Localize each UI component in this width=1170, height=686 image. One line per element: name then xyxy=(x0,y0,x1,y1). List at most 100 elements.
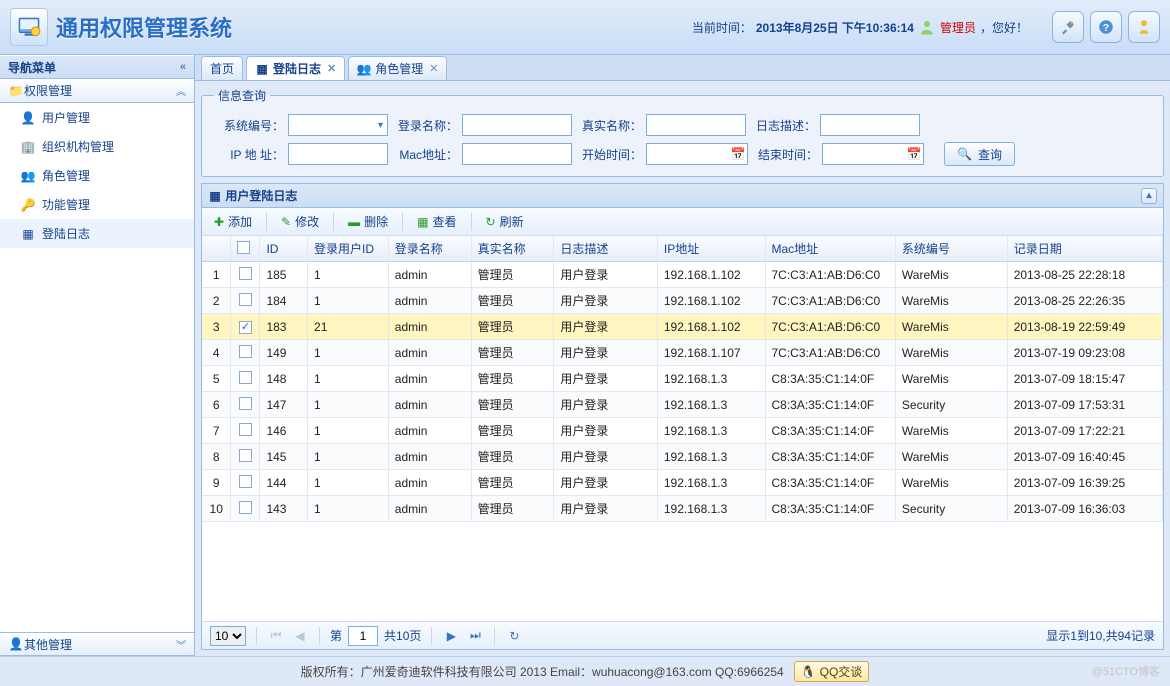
chevron-down-icon: ▾ xyxy=(374,120,383,131)
refresh-button[interactable]: ↻刷新 xyxy=(480,211,530,232)
cell-date: 2013-07-09 16:40:45 xyxy=(1007,444,1162,470)
col-header-1[interactable] xyxy=(231,236,260,262)
cell-realname: 管理员 xyxy=(471,288,554,314)
loginname-input[interactable] xyxy=(462,114,572,136)
table-row[interactable]: 21841admin管理员用户登录192.168.1.1027C:C3:A1:A… xyxy=(202,288,1163,314)
tab-1[interactable]: ▦登陆日志✕ xyxy=(246,56,345,80)
cell-mac: 7C:C3:A1:AB:D6:C0 xyxy=(765,262,895,288)
sidebar-item-1[interactable]: 🏢组织机构管理 xyxy=(0,132,194,161)
cell-loginname: admin xyxy=(388,496,471,522)
cell-uid: 1 xyxy=(308,340,389,366)
col-header-0[interactable] xyxy=(202,236,231,262)
start-date-input[interactable]: 📅 xyxy=(646,143,748,165)
cell-date: 2013-07-09 17:22:21 xyxy=(1007,418,1162,444)
sidebar-item-3[interactable]: 🔑功能管理 xyxy=(0,190,194,219)
col-header-6[interactable]: 日志描述 xyxy=(554,236,658,262)
col-header-9[interactable]: 系统编号 xyxy=(895,236,1007,262)
select-all-checkbox[interactable] xyxy=(237,241,250,254)
row-checkbox[interactable] xyxy=(239,449,252,462)
col-header-10[interactable]: 记录日期 xyxy=(1007,236,1162,262)
pager-info: 显示1到10,共94记录 xyxy=(1046,627,1155,644)
close-icon[interactable]: ✕ xyxy=(429,62,438,75)
cell-ip: 192.168.1.102 xyxy=(657,314,765,340)
cell-sys: WareMis xyxy=(895,366,1007,392)
col-header-7[interactable]: IP地址 xyxy=(657,236,765,262)
table-row[interactable]: 101431admin管理员用户登录192.168.1.3C8:3A:35:C1… xyxy=(202,496,1163,522)
table-row[interactable]: 81451admin管理员用户登录192.168.1.3C8:3A:35:C1:… xyxy=(202,444,1163,470)
row-checkbox[interactable] xyxy=(239,267,252,280)
end-date-input[interactable]: 📅 xyxy=(822,143,924,165)
next-page-button[interactable]: ▶ xyxy=(442,627,460,645)
user-icon xyxy=(918,18,936,36)
cell-loginname: admin xyxy=(388,340,471,366)
row-number: 6 xyxy=(202,392,231,418)
mac-input[interactable] xyxy=(462,143,572,165)
table-row[interactable]: 41491admin管理员用户登录192.168.1.1077C:C3:A1:A… xyxy=(202,340,1163,366)
sidebar-item-0[interactable]: 👤用户管理 xyxy=(0,103,194,132)
view-label: 查看 xyxy=(433,213,457,230)
row-checkbox[interactable] xyxy=(239,371,252,384)
qq-chat-button[interactable]: 🐧QQ交谈 xyxy=(794,661,870,682)
logdesc-input[interactable] xyxy=(820,114,920,136)
sidebar-section-permissions[interactable]: 📁 权限管理 ︽ xyxy=(0,79,194,103)
cell-uid: 1 xyxy=(308,262,389,288)
sysno-label: 系统编号： xyxy=(214,117,288,134)
table-row[interactable]: 11851admin管理员用户登录192.168.1.1027C:C3:A1:A… xyxy=(202,262,1163,288)
table-row[interactable]: 91441admin管理员用户登录192.168.1.3C8:3A:35:C1:… xyxy=(202,470,1163,496)
row-checkbox[interactable] xyxy=(239,423,252,436)
cell-desc: 用户登录 xyxy=(554,470,658,496)
cell-id: 148 xyxy=(260,366,308,392)
row-checkbox[interactable] xyxy=(239,501,252,514)
col-header-8[interactable]: Mac地址 xyxy=(765,236,895,262)
table-row[interactable]: 318321admin管理员用户登录192.168.1.1027C:C3:A1:… xyxy=(202,314,1163,340)
collapse-sidebar-icon[interactable]: « xyxy=(180,61,186,73)
reload-button[interactable]: ↻ xyxy=(505,627,523,645)
row-checkbox[interactable] xyxy=(239,475,252,488)
ip-input[interactable] xyxy=(288,143,388,165)
col-header-3[interactable]: 登录用户ID xyxy=(308,236,389,262)
prev-page-button[interactable]: ◀ xyxy=(291,627,309,645)
cell-ip: 192.168.1.107 xyxy=(657,340,765,366)
row-number: 9 xyxy=(202,470,231,496)
logout-button[interactable] xyxy=(1128,11,1160,43)
help-button[interactable]: ? xyxy=(1090,11,1122,43)
realname-input[interactable] xyxy=(646,114,746,136)
pagesize-select[interactable]: 10 xyxy=(210,626,246,646)
row-checkbox[interactable] xyxy=(239,293,252,306)
search-button-label: 查询 xyxy=(978,146,1002,163)
close-icon[interactable]: ✕ xyxy=(327,62,336,75)
table-row[interactable]: 71461admin管理员用户登录192.168.1.3C8:3A:35:C1:… xyxy=(202,418,1163,444)
table-row[interactable]: 61471admin管理员用户登录192.168.1.3C8:3A:35:C1:… xyxy=(202,392,1163,418)
col-header-2[interactable]: ID xyxy=(260,236,308,262)
current-user-link[interactable]: 管理员 xyxy=(940,19,976,36)
row-checkbox[interactable] xyxy=(239,321,252,334)
col-header-5[interactable]: 真实名称 xyxy=(471,236,554,262)
sidebar-section-other[interactable]: 👤 其他管理 ︾ xyxy=(0,632,194,656)
first-page-button[interactable]: ⏮ xyxy=(267,627,285,645)
add-button[interactable]: ✚添加 xyxy=(208,211,258,232)
sysno-combo[interactable]: ▾ xyxy=(288,114,388,136)
sidebar-item-4[interactable]: ▦登陆日志 xyxy=(0,219,194,248)
settings-button[interactable] xyxy=(1052,11,1084,43)
edit-button[interactable]: ✎修改 xyxy=(275,211,325,232)
row-checkbox[interactable] xyxy=(239,397,252,410)
page-input[interactable] xyxy=(348,626,378,646)
cell-id: 183 xyxy=(260,314,308,340)
delete-label: 删除 xyxy=(364,213,388,230)
last-page-button[interactable]: ⏭ xyxy=(466,627,484,645)
table-row[interactable]: 51481admin管理员用户登录192.168.1.3C8:3A:35:C1:… xyxy=(202,366,1163,392)
row-checkbox[interactable] xyxy=(239,345,252,358)
cell-id: 146 xyxy=(260,418,308,444)
search-icon: 🔍 xyxy=(957,147,972,161)
sidebar-item-2[interactable]: 👥角色管理 xyxy=(0,161,194,190)
mac-label: Mac地址： xyxy=(388,146,462,163)
tab-0[interactable]: 首页 xyxy=(201,56,243,80)
col-header-4[interactable]: 登录名称 xyxy=(388,236,471,262)
tab-2[interactable]: 👥角色管理✕ xyxy=(348,56,447,80)
delete-button[interactable]: ▬删除 xyxy=(342,211,394,232)
search-button[interactable]: 🔍 查询 xyxy=(944,142,1015,166)
collapse-panel-button[interactable]: ▴ xyxy=(1141,188,1157,204)
cell-loginname: admin xyxy=(388,314,471,340)
view-button[interactable]: ▦查看 xyxy=(411,211,462,232)
cell-loginname: admin xyxy=(388,288,471,314)
